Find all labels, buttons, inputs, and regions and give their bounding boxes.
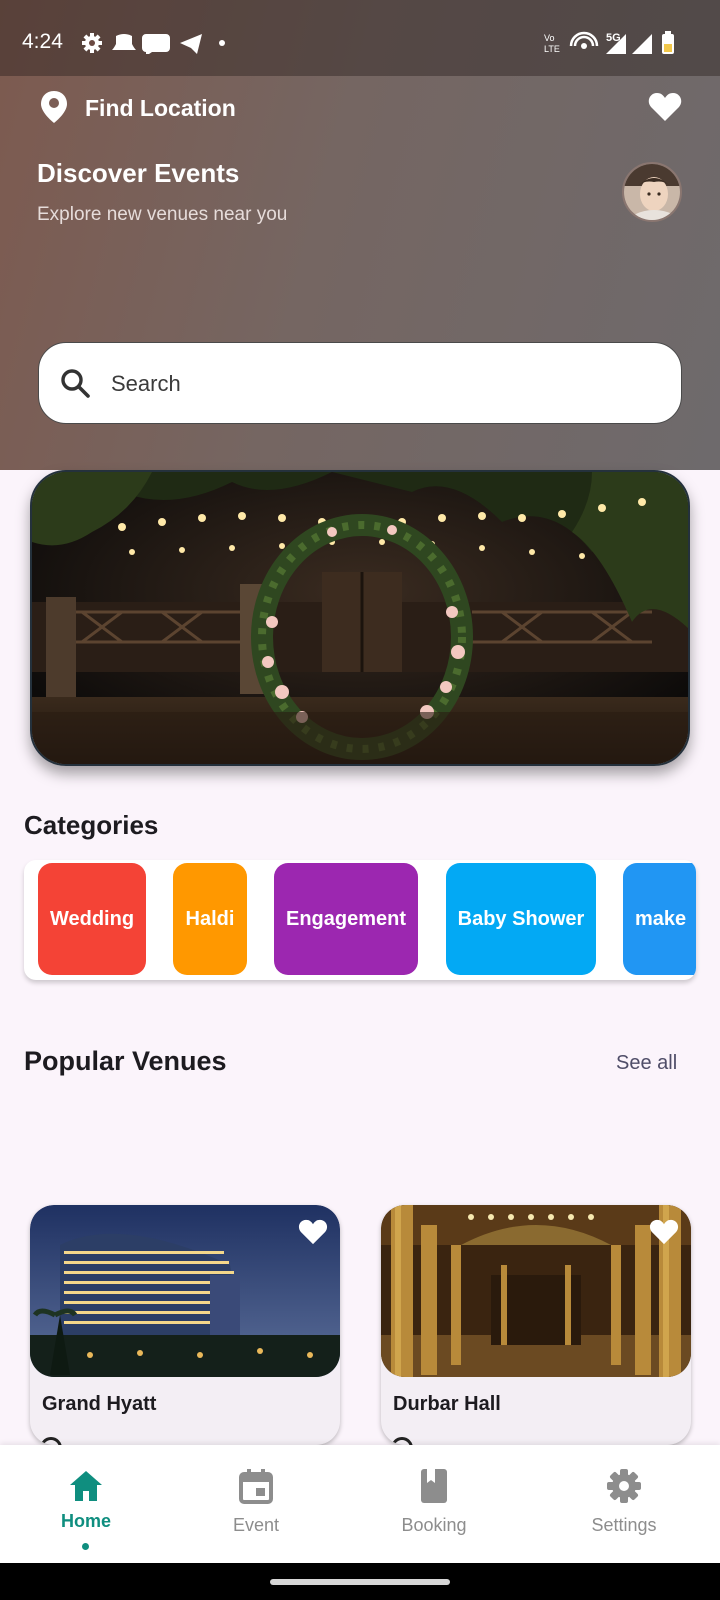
- signal-battery-icons: Vo LTE 5G: [544, 31, 674, 54]
- popular-venues-title: Popular Venues: [24, 1046, 227, 1076]
- nav-event[interactable]: Event: [176, 1445, 336, 1563]
- search-icon: [61, 369, 90, 398]
- favorite-heart-icon[interactable]: [649, 1219, 679, 1245]
- search-placeholder: Search: [111, 371, 181, 396]
- avatar-image: [624, 164, 680, 220]
- venue-card-grand-hyatt[interactable]: Grand Hyatt: [30, 1205, 340, 1445]
- banner-image: [32, 472, 688, 764]
- calendar-icon: [239, 1469, 273, 1504]
- bottom-navigation: Home Event Booking Settings: [0, 1445, 720, 1563]
- book-icon: [421, 1469, 447, 1503]
- category-make[interactable]: make: [623, 863, 696, 975]
- favorites-heart-icon[interactable]: [648, 92, 682, 122]
- see-all-link[interactable]: See all: [616, 1052, 677, 1075]
- gesture-bar: [0, 1563, 720, 1600]
- category-haldi[interactable]: Haldi: [173, 863, 247, 975]
- nav-label: Settings: [591, 1515, 657, 1535]
- status-time: 4:24: [22, 30, 63, 53]
- venue-name: Grand Hyatt: [42, 1393, 157, 1415]
- category-engagement[interactable]: Engagement: [274, 863, 418, 975]
- location-pin-icon: [41, 91, 67, 123]
- home-icon: [70, 1471, 102, 1501]
- page-subtitle: Explore new venues near you: [37, 204, 288, 225]
- venue-card-durbar-hall[interactable]: Durbar Hall: [381, 1205, 691, 1445]
- categories-list[interactable]: Wedding Haldi Engagement Baby Shower mak…: [24, 860, 696, 980]
- nav-label: Booking: [401, 1515, 467, 1535]
- featured-banner[interactable]: [30, 470, 690, 766]
- nav-home[interactable]: Home: [6, 1445, 166, 1563]
- svg-text:LTE: LTE: [544, 44, 560, 54]
- notification-icons: [82, 33, 225, 54]
- nav-booking[interactable]: Booking: [354, 1445, 514, 1563]
- home-gesture-handle[interactable]: [270, 1579, 450, 1585]
- category-wedding[interactable]: Wedding: [38, 863, 146, 975]
- hotel-image: [30, 1205, 340, 1377]
- categories-title: Categories: [24, 810, 159, 840]
- venue-image: [381, 1205, 691, 1377]
- active-indicator: [82, 1543, 89, 1550]
- venue-image: [30, 1205, 340, 1377]
- nav-settings[interactable]: Settings: [544, 1445, 704, 1563]
- status-bar: 4:24 Vo LTE 5G: [0, 0, 720, 76]
- nav-label: Home: [60, 1511, 111, 1531]
- svg-text:Vo: Vo: [544, 33, 555, 43]
- header: 4:24 Vo LTE 5G Find Location Discover Ev…: [0, 0, 720, 470]
- location-pin-icon: [40, 1437, 62, 1445]
- location-pin-icon: [391, 1437, 413, 1445]
- category-baby-shower[interactable]: Baby Shower: [446, 863, 596, 975]
- venue-name: Durbar Hall: [393, 1393, 501, 1415]
- nav-label: Event: [232, 1515, 280, 1535]
- status-right: Vo LTE 5G: [544, 30, 694, 56]
- find-location-label: Find Location: [85, 95, 236, 121]
- app-screen: 4:24 Vo LTE 5G Find Location Discover Ev…: [0, 0, 720, 1600]
- find-location-button[interactable]: Find Location: [40, 90, 236, 124]
- avatar[interactable]: [622, 162, 682, 222]
- favorite-heart-icon[interactable]: [298, 1219, 328, 1245]
- page-title: Discover Events: [37, 158, 240, 188]
- gear-icon: [607, 1469, 641, 1503]
- hall-image: [381, 1205, 691, 1377]
- search-input[interactable]: Search: [38, 342, 682, 424]
